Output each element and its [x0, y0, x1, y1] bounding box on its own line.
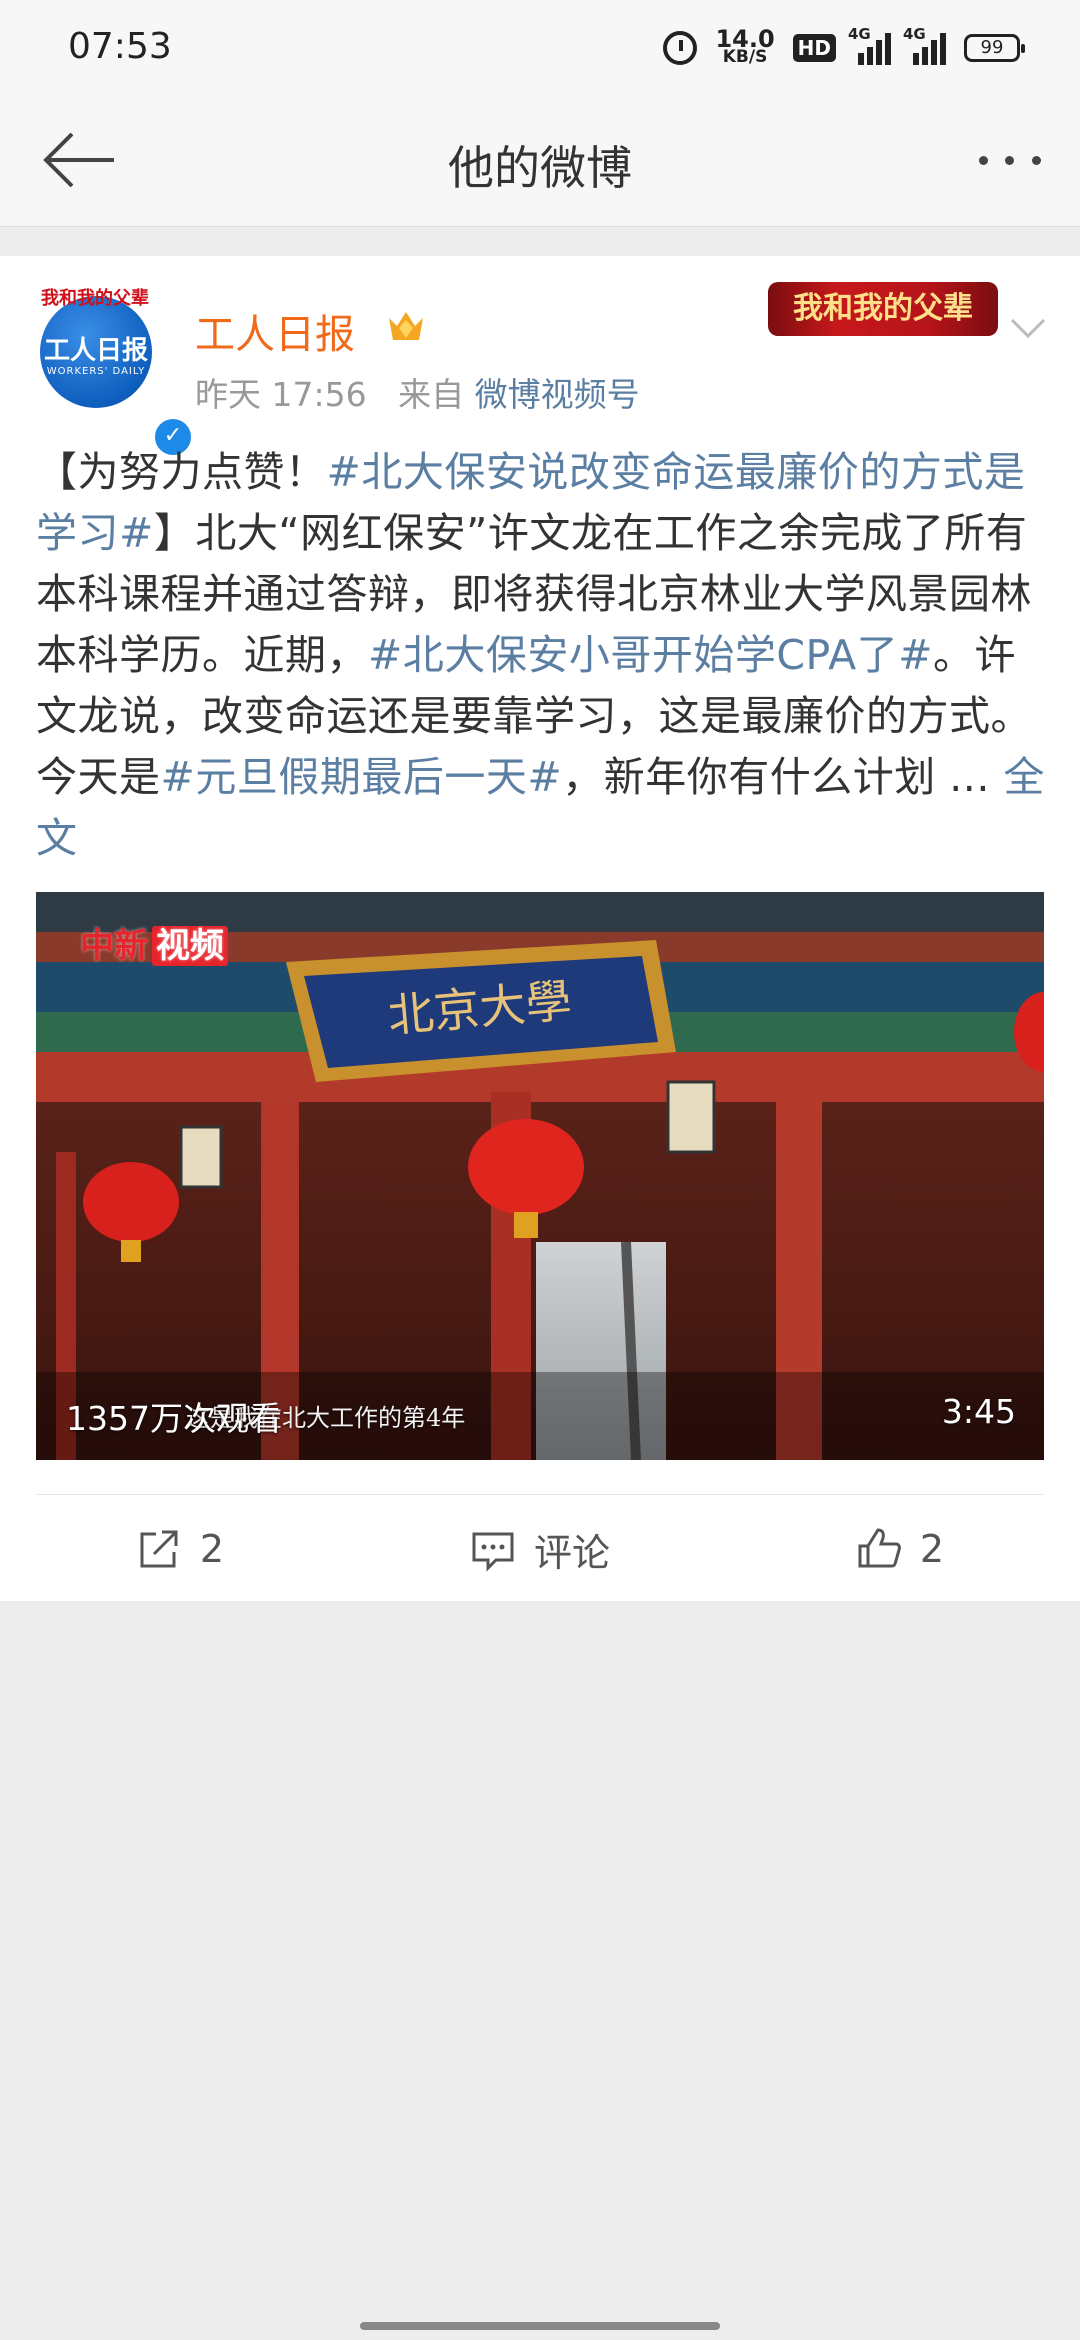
page-title: 他的微博 — [448, 141, 632, 195]
more-dots-icon — [978, 155, 988, 165]
avatar-logo-text: 工人日报 — [43, 336, 148, 366]
network-speed: 14.0 KB/S — [715, 25, 775, 67]
weibo-post-card: 我和我的父辈 工人日报 WORKERS' DAILY ✓ 工人日报 昨天 17:… — [0, 256, 1080, 1601]
post-meta: 昨天 17:56 来自 微博视频号 — [195, 368, 640, 416]
from-label: 来自 — [398, 375, 465, 414]
status-bar: 07:53 14.0 KB/S HD 4G 4G 99 — [0, 0, 1080, 96]
alarm-icon — [663, 31, 698, 65]
hd-icon: HD — [792, 34, 836, 62]
avatar[interactable]: 我和我的父辈 工人日报 WORKERS' DAILY ✓ — [40, 288, 194, 458]
share-count: 2 — [199, 1527, 225, 1571]
post-source-link[interactable]: 微博视频号 — [475, 375, 640, 414]
campaign-banner[interactable]: 我和我的父辈 — [768, 282, 998, 336]
more-button[interactable] — [970, 140, 1050, 180]
top-nav-bar: 他的微博 — [0, 96, 1080, 227]
like-count: 2 — [919, 1527, 945, 1571]
status-icons: 14.0 KB/S HD 4G 4G 99 — [663, 25, 1025, 70]
video-player[interactable]: 北京大學 中新 视频 这是我在北大工作的第4年 1357万次观看 3:45 — [36, 892, 1044, 1460]
home-indicator[interactable] — [360, 2322, 720, 2330]
hashtag-link[interactable]: #元旦假期最后一天# — [161, 753, 563, 801]
video-watermark: 中新 视频 — [80, 918, 228, 967]
chevron-down-icon[interactable] — [1008, 312, 1048, 342]
share-icon — [140, 1530, 178, 1568]
post-time: 昨天 17:56 — [195, 375, 367, 414]
comment-button[interactable]: 评论 — [360, 1496, 720, 1602]
divider — [36, 1494, 1044, 1495]
battery-icon: 99 — [964, 34, 1025, 62]
avatar-logo-subtext: WORKERS' DAILY — [46, 366, 146, 377]
username[interactable]: 工人日报 — [195, 302, 355, 360]
share-button[interactable]: 2 — [0, 1496, 360, 1602]
view-count: 1357万次观看 — [66, 1399, 282, 1438]
comment-label: 评论 — [533, 1530, 610, 1575]
post-body: 【为努力点赞！#北大保安说改变命运最廉价的方式是学习#】北大“网红保安”许文龙在… — [36, 448, 1045, 862]
signal-icon-2: 4G — [903, 25, 946, 65]
post-actions: 2 评论 2 — [0, 1496, 1080, 1602]
vip-crown-icon — [389, 312, 423, 340]
comment-icon — [472, 1532, 514, 1572]
signal-icon: 4G — [848, 25, 891, 65]
status-time: 07:53 — [68, 26, 172, 67]
hashtag-link[interactable]: #北大保安小哥开始学CPA了# — [368, 631, 933, 679]
video-thumbnail: 北京大學 — [36, 892, 1044, 1460]
avatar-frame-text: 我和我的父辈 — [41, 288, 149, 309]
like-button[interactable]: 2 — [720, 1496, 1080, 1602]
thumbs-up-icon — [858, 1528, 901, 1568]
video-duration: 3:45 — [941, 1392, 1016, 1431]
